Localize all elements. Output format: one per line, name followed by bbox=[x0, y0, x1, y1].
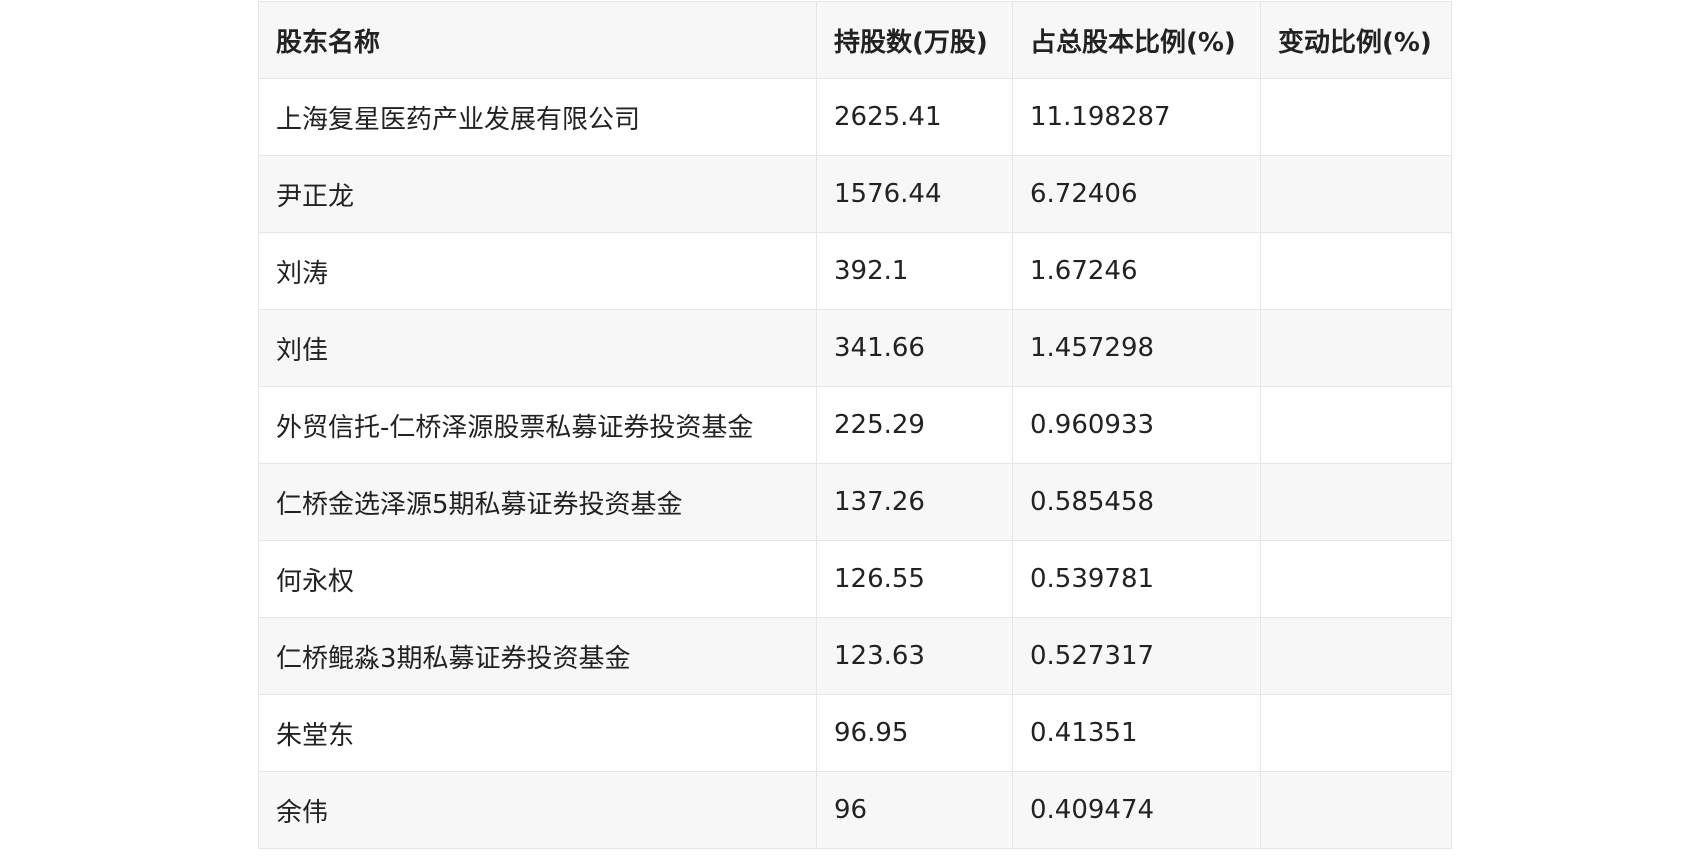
cell-shareholder-name: 刘佳 bbox=[258, 309, 817, 387]
table-row: 刘佳 341.66 1.457298 bbox=[258, 309, 1452, 387]
table-row: 上海复星医药产业发展有限公司 2625.41 11.198287 bbox=[258, 78, 1452, 156]
cell-shareholder-name: 余伟 bbox=[258, 771, 817, 849]
cell-share-ratio: 0.539781 bbox=[1012, 540, 1261, 618]
cell-shareholder-name: 外贸信托-仁桥泽源股票私募证券投资基金 bbox=[258, 386, 817, 464]
header-shares-held: 持股数(万股) bbox=[816, 1, 1013, 79]
cell-change-ratio bbox=[1260, 309, 1452, 387]
cell-shares-held: 341.66 bbox=[816, 309, 1013, 387]
shareholder-table: 股东名称 持股数(万股) 占总股本比例(%) 变动比例(%) 上海复星医药产业发… bbox=[258, 1, 1452, 849]
cell-shares-held: 96 bbox=[816, 771, 1013, 849]
header-change-ratio: 变动比例(%) bbox=[1260, 1, 1452, 79]
cell-change-ratio bbox=[1260, 232, 1452, 310]
cell-shares-held: 392.1 bbox=[816, 232, 1013, 310]
cell-shareholder-name: 刘涛 bbox=[258, 232, 817, 310]
cell-share-ratio: 0.585458 bbox=[1012, 463, 1261, 541]
cell-share-ratio: 0.409474 bbox=[1012, 771, 1261, 849]
cell-shares-held: 126.55 bbox=[816, 540, 1013, 618]
shareholder-table-container: 股东名称 持股数(万股) 占总股本比例(%) 变动比例(%) 上海复星医药产业发… bbox=[258, 1, 1452, 849]
cell-change-ratio bbox=[1260, 540, 1452, 618]
table-row: 朱堂东 96.95 0.41351 bbox=[258, 694, 1452, 772]
cell-shareholder-name: 仁桥鲲淼3期私募证券投资基金 bbox=[258, 617, 817, 695]
table-row: 尹正龙 1576.44 6.72406 bbox=[258, 155, 1452, 233]
table-row: 仁桥金选泽源5期私募证券投资基金 137.26 0.585458 bbox=[258, 463, 1452, 541]
cell-share-ratio: 6.72406 bbox=[1012, 155, 1261, 233]
cell-change-ratio bbox=[1260, 617, 1452, 695]
cell-shareholder-name: 仁桥金选泽源5期私募证券投资基金 bbox=[258, 463, 817, 541]
cell-shares-held: 137.26 bbox=[816, 463, 1013, 541]
cell-shares-held: 96.95 bbox=[816, 694, 1013, 772]
cell-share-ratio: 1.457298 bbox=[1012, 309, 1261, 387]
header-shareholder-name: 股东名称 bbox=[258, 1, 817, 79]
table-row: 刘涛 392.1 1.67246 bbox=[258, 232, 1452, 310]
cell-shares-held: 2625.41 bbox=[816, 78, 1013, 156]
cell-shareholder-name: 何永权 bbox=[258, 540, 817, 618]
cell-change-ratio bbox=[1260, 78, 1452, 156]
table-row: 仁桥鲲淼3期私募证券投资基金 123.63 0.527317 bbox=[258, 617, 1452, 695]
cell-change-ratio bbox=[1260, 463, 1452, 541]
cell-share-ratio: 0.527317 bbox=[1012, 617, 1261, 695]
table-row: 余伟 96 0.409474 bbox=[258, 771, 1452, 849]
cell-shareholder-name: 朱堂东 bbox=[258, 694, 817, 772]
cell-change-ratio bbox=[1260, 771, 1452, 849]
cell-share-ratio: 0.960933 bbox=[1012, 386, 1261, 464]
cell-change-ratio bbox=[1260, 155, 1452, 233]
cell-shares-held: 225.29 bbox=[816, 386, 1013, 464]
cell-share-ratio: 1.67246 bbox=[1012, 232, 1261, 310]
table-row: 何永权 126.55 0.539781 bbox=[258, 540, 1452, 618]
cell-change-ratio bbox=[1260, 386, 1452, 464]
cell-share-ratio: 11.198287 bbox=[1012, 78, 1261, 156]
cell-shares-held: 123.63 bbox=[816, 617, 1013, 695]
cell-share-ratio: 0.41351 bbox=[1012, 694, 1261, 772]
header-share-ratio: 占总股本比例(%) bbox=[1012, 1, 1261, 79]
cell-shareholder-name: 上海复星医药产业发展有限公司 bbox=[258, 78, 817, 156]
cell-shares-held: 1576.44 bbox=[816, 155, 1013, 233]
cell-shareholder-name: 尹正龙 bbox=[258, 155, 817, 233]
table-header-row: 股东名称 持股数(万股) 占总股本比例(%) 变动比例(%) bbox=[258, 1, 1452, 79]
cell-change-ratio bbox=[1260, 694, 1452, 772]
table-row: 外贸信托-仁桥泽源股票私募证券投资基金 225.29 0.960933 bbox=[258, 386, 1452, 464]
